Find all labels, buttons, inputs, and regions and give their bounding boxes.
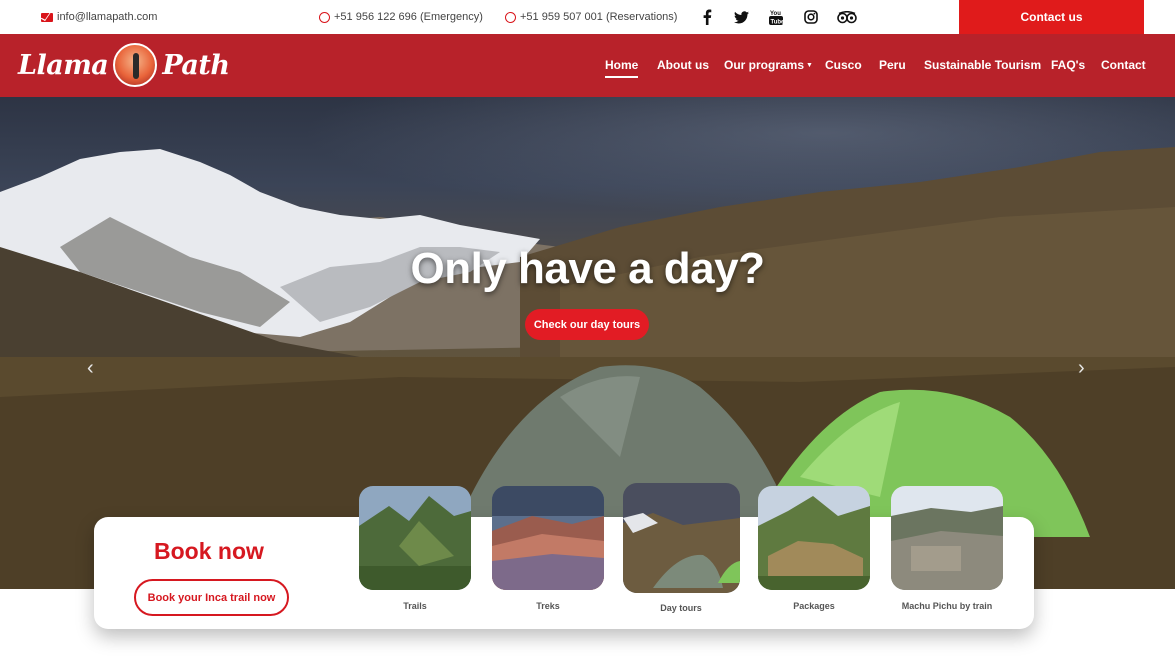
logo[interactable]: Llama Path <box>18 40 230 90</box>
trails-image <box>359 486 471 590</box>
top-bar: info@llamapath.com +51 956 122 696 (Emer… <box>0 0 1175 34</box>
program-card-treks[interactable]: Treks <box>492 486 604 611</box>
whatsapp-icon <box>319 11 330 23</box>
program-card-machu-picchu-train[interactable]: Machu Pichu by train <box>891 486 1003 611</box>
instagram-icon[interactable] <box>802 8 820 26</box>
machu-picchu-train-image <box>891 486 1003 590</box>
twitter-icon[interactable] <box>732 8 750 26</box>
emergency-phone-text: +51 956 122 696 (Emergency) <box>334 11 483 23</box>
program-card-day-tours[interactable]: Day tours <box>623 483 740 613</box>
logo-text-right: Path <box>162 49 230 81</box>
program-card-packages[interactable]: Packages <box>758 486 870 611</box>
nav-item-about-us[interactable]: About us <box>657 58 709 72</box>
treks-image <box>492 486 604 590</box>
book-inca-trail-button[interactable]: Book your Inca trail now <box>134 579 289 616</box>
logo-text-left: Llama <box>18 49 109 81</box>
youtube-icon[interactable]: Tube You <box>767 8 785 26</box>
emergency-phone-link[interactable]: +51 956 122 696 (Emergency) <box>319 0 483 34</box>
email-link[interactable]: info@llamapath.com <box>41 0 157 34</box>
nav-item-contact[interactable]: Contact <box>1101 58 1146 72</box>
svg-text:You: You <box>770 11 781 17</box>
hero-title: Only have a day? <box>410 244 765 293</box>
svg-text:Tube: Tube <box>771 20 784 26</box>
nav-item-our-programs[interactable]: Our programs ▼ <box>724 58 813 72</box>
day-tours-button[interactable]: Check our day tours <box>525 309 649 340</box>
email-text: info@llamapath.com <box>57 11 158 23</box>
llama-logo-icon <box>113 43 158 87</box>
trails-label: Trails <box>403 601 427 611</box>
reservations-phone-text: +51 959 507 001 (Reservations) <box>520 11 678 23</box>
nav-item-our-programs-label: Our programs <box>724 58 805 72</box>
program-card-trails[interactable]: Trails <box>359 486 471 611</box>
chevron-right-icon[interactable]: › <box>1078 357 1085 380</box>
nav-item-faqs[interactable]: FAQ's <box>1051 58 1085 72</box>
machu-picchu-train-label: Machu Pichu by train <box>901 601 993 611</box>
caret-down-icon: ▼ <box>806 62 813 69</box>
day-tours-label: Day tours <box>660 603 702 613</box>
nav-item-sustainable-tourism[interactable]: Sustainable Tourism <box>924 58 1041 72</box>
envelope-icon <box>41 12 53 22</box>
reservations-phone-link[interactable]: +51 959 507 001 (Reservations) <box>505 0 677 34</box>
nav-item-cusco[interactable]: Cusco <box>825 58 862 72</box>
treks-label: Treks <box>536 601 560 611</box>
packages-label: Packages <box>793 601 835 611</box>
nav-item-peru[interactable]: Peru <box>879 58 906 72</box>
main-navbar: Llama Path Home About us Our programs ▼ C… <box>0 34 1175 97</box>
nav-item-home[interactable]: Home <box>605 58 639 78</box>
book-now-heading: Book now <box>154 538 264 564</box>
facebook-icon[interactable] <box>698 8 716 26</box>
contact-us-button[interactable]: Contact us <box>959 0 1144 34</box>
chevron-left-icon[interactable]: ‹ <box>87 357 94 380</box>
tripadvisor-icon[interactable] <box>836 8 858 26</box>
packages-image <box>758 486 870 590</box>
day-tours-image <box>623 483 740 593</box>
whatsapp-icon <box>505 11 516 23</box>
